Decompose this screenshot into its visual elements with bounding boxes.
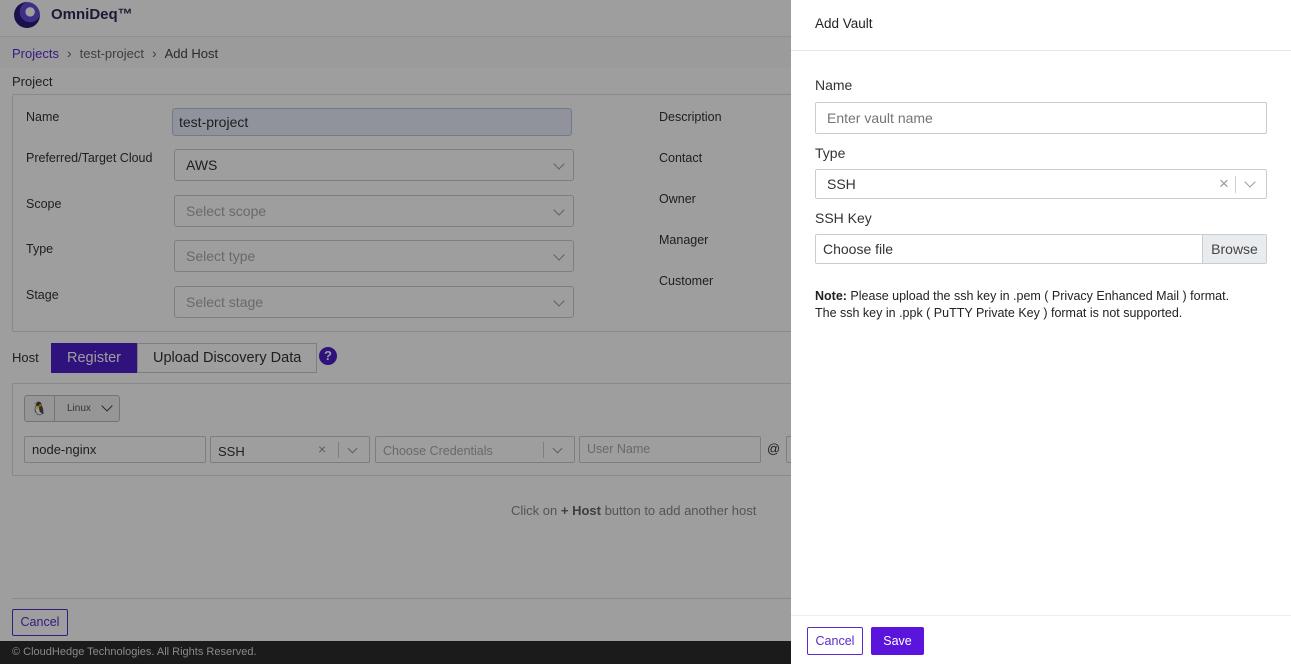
cancel-button[interactable]: Cancel [807, 627, 863, 655]
note-label: Note: [815, 289, 847, 303]
add-vault-drawer: Add Vault Name Type SSH × SSH Key Choose… [791, 0, 1291, 664]
ssh-key-file-input[interactable]: Choose file Browse [815, 234, 1267, 264]
vault-type-value: SSH [827, 176, 856, 192]
browse-button[interactable]: Browse [1202, 235, 1266, 263]
note-text: Please upload the ssh key in .pem ( Priv… [815, 289, 1230, 320]
select-divider [1235, 176, 1236, 193]
file-input-text: Choose file [823, 241, 894, 257]
vault-type-select[interactable]: SSH [815, 169, 1267, 199]
vault-name-input[interactable] [815, 102, 1267, 134]
ssh-key-label: SSH Key [815, 210, 872, 226]
drawer-title: Add Vault [815, 16, 873, 31]
clear-icon[interactable]: × [1219, 174, 1229, 194]
drawer-header: Add Vault [791, 0, 1291, 51]
vault-type-label: Type [815, 145, 846, 161]
ssh-key-note: Note: Please upload the ssh key in .pem … [815, 288, 1240, 321]
vault-name-label: Name [815, 77, 853, 93]
drawer-footer: Cancel Save [791, 615, 1291, 664]
save-button[interactable]: Save [871, 627, 924, 655]
